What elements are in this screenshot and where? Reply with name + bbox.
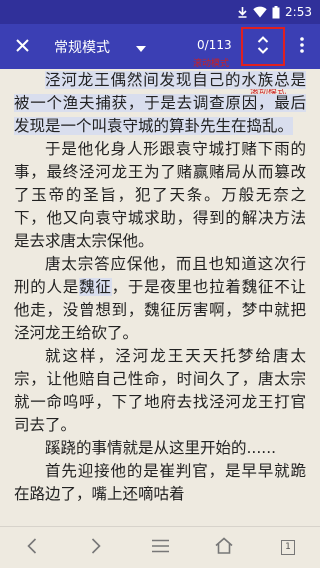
previous-page-button[interactable] xyxy=(12,528,52,568)
scroll-mode-toggle-button[interactable] xyxy=(241,27,285,66)
text-paragraph: 于是他化身人形跟袁守城打赌下雨的事，最终泾河龙王为了赌赢赌局从而篡改了玉帝的圣旨… xyxy=(0,138,320,253)
close-icon xyxy=(15,37,29,56)
reading-mode-label: 常规模式 xyxy=(54,39,110,56)
bottom-nav-bar: 1 xyxy=(0,526,320,568)
wifi-icon xyxy=(253,6,267,18)
download-icon xyxy=(237,6,248,18)
more-options-button[interactable] xyxy=(292,34,312,60)
text-segment: 蹊跷的事情就是从这里开始的...... xyxy=(45,439,277,457)
status-bar: 2:53 xyxy=(0,0,320,24)
text-paragraph: 蹊跷的事情就是从这里开始的...... xyxy=(0,437,320,460)
highlighted-text: 泾河龙王偶然间发现自己的水族总是被一个渔夫捕获，于是去调查原因，最后发现是一个叫… xyxy=(14,71,306,135)
page-box-label: 1 xyxy=(285,542,291,552)
text-paragraph: 就这样，泾河龙王天天托梦给唐太宗，让他赔自己性命，时间久了，唐太宗就一命呜呼，下… xyxy=(0,345,320,437)
text-segment: 首先迎接他的是崔判官，是早早就跪在路边了，嘴上还嘀咕着 xyxy=(14,462,306,503)
text-segment: 就这样，泾河龙王天天托梦给唐太宗，让他赔自己性命，时间久了，唐太宗就一命呜呼，下… xyxy=(14,347,306,434)
text-segment: 于是他化身人形跟袁守城打赌下雨的事，最终泾河龙王为了赌赢赌局从而篡改了玉帝的圣旨… xyxy=(14,140,306,250)
annotation-scroll-mode: 滚动模式 xyxy=(193,59,230,69)
reader-toolbar: 常规模式 0/113 xyxy=(0,24,320,69)
text-paragraph: 唐太宗答应保他，而且也知道这次行刑的人是魏征，于是夜里也拉着魏征不让他走，没曾想… xyxy=(0,253,320,345)
forward-arrow-icon xyxy=(91,537,101,558)
back-arrow-icon xyxy=(27,537,37,558)
reader-content[interactable]: 泾河龙王偶然间发现自己的水族总是被一个渔夫捕获，于是去调查原因，最后发现是一个叫… xyxy=(0,69,320,526)
menu-icon xyxy=(151,538,169,557)
page-icon: 1 xyxy=(281,540,295,555)
text-paragraph: 泾河龙王偶然间发现自己的水族总是被一个渔夫捕获，于是去调查原因，最后发现是一个叫… xyxy=(0,69,320,138)
page-selector-button[interactable]: 1 xyxy=(268,528,308,568)
reading-mode-dropdown[interactable]: 常规模式 xyxy=(54,37,146,57)
home-button[interactable] xyxy=(204,528,244,568)
highlighted-text: 魏征 xyxy=(79,278,112,296)
page-counter: 0/113 xyxy=(197,38,232,52)
next-page-button[interactable] xyxy=(76,528,116,568)
scroll-toggle-icon xyxy=(257,34,269,60)
text-paragraph: 首先迎接他的是崔判官，是早早就跪在路边了，嘴上还嘀咕着 xyxy=(0,460,320,506)
home-icon xyxy=(215,537,233,558)
more-vert-icon xyxy=(300,37,304,57)
close-button[interactable] xyxy=(0,24,44,69)
battery-icon xyxy=(272,5,280,19)
status-time: 2:53 xyxy=(285,5,312,19)
menu-button[interactable] xyxy=(140,528,180,568)
caret-down-icon xyxy=(136,37,146,56)
